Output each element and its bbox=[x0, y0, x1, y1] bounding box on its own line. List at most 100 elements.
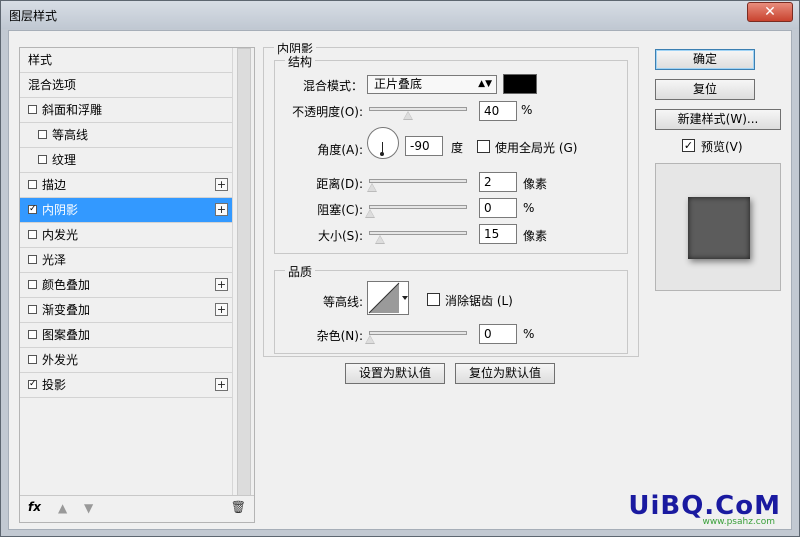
chevron-updown-icon: ▲▼ bbox=[478, 79, 492, 89]
choke-slider-thumb[interactable] bbox=[365, 209, 375, 218]
add-effect-icon[interactable]: + bbox=[215, 303, 228, 316]
noise-slider[interactable] bbox=[369, 331, 467, 335]
style-item-checkbox[interactable] bbox=[28, 330, 37, 339]
style-item[interactable]: 内发光 bbox=[20, 223, 232, 248]
shadow-color-swatch[interactable] bbox=[503, 74, 537, 94]
opacity-slider-thumb[interactable] bbox=[403, 111, 414, 120]
noise-input[interactable]: 0 bbox=[479, 324, 517, 344]
size-slider-thumb[interactable] bbox=[375, 235, 385, 244]
styles-scrollbar[interactable] bbox=[232, 48, 254, 496]
style-item[interactable]: 混合选项 bbox=[20, 73, 232, 98]
style-item-checkbox[interactable] bbox=[28, 280, 37, 289]
contour-picker[interactable] bbox=[367, 281, 409, 315]
angle-input[interactable]: -90 bbox=[405, 136, 443, 156]
size-label: 大小(S): bbox=[317, 229, 363, 243]
preview-checkbox[interactable]: ✓ bbox=[682, 139, 695, 152]
set-default-button[interactable]: 设置为默认值 bbox=[345, 363, 445, 384]
style-item-label: 渐变叠加 bbox=[42, 303, 91, 317]
style-item[interactable]: 外发光 bbox=[20, 348, 232, 373]
preview-swatch bbox=[688, 197, 750, 259]
size-unit: 像素 bbox=[523, 229, 548, 243]
arrow-up-icon[interactable]: ▲ bbox=[58, 501, 67, 515]
style-item[interactable]: 样式 bbox=[20, 48, 232, 73]
structure-title: 结构 bbox=[285, 53, 316, 70]
style-item-label: 混合选项 bbox=[28, 78, 77, 92]
style-item-label: 内阴影 bbox=[42, 203, 79, 217]
angle-dial-dot bbox=[380, 152, 384, 156]
add-effect-icon[interactable]: + bbox=[215, 378, 228, 391]
watermark-url: www.psahz.com bbox=[702, 517, 775, 527]
style-item-checkbox[interactable]: ✓ bbox=[28, 380, 37, 389]
noise-label: 杂色(N): bbox=[316, 329, 363, 343]
scrollbar-thumb[interactable] bbox=[237, 48, 251, 496]
blend-mode-select[interactable]: 正片叠底 ▲▼ bbox=[367, 75, 497, 94]
style-item[interactable]: 描边 + bbox=[20, 173, 232, 198]
style-item[interactable]: 颜色叠加 + bbox=[20, 273, 232, 298]
close-icon: ✕ bbox=[764, 4, 776, 20]
distance-input[interactable]: 2 bbox=[479, 172, 517, 192]
styles-panel: 样式混合选项斜面和浮雕等高线纹理描边 + ✓ 内阴影 + 内发光光泽颜色叠加 + 渐变叠加 + 图… bbox=[19, 47, 255, 523]
style-item-label: 颜色叠加 bbox=[42, 278, 91, 292]
style-item-label: 光泽 bbox=[42, 253, 67, 267]
reset-default-button[interactable]: 复位为默认值 bbox=[455, 363, 555, 384]
antialias-checkbox[interactable] bbox=[427, 293, 440, 306]
style-item[interactable]: 图案叠加 bbox=[20, 323, 232, 348]
style-item-checkbox[interactable] bbox=[38, 155, 47, 164]
new-style-button[interactable]: 新建样式(W)... bbox=[655, 109, 781, 130]
opacity-label: 不透明度(O): bbox=[292, 105, 363, 119]
style-item-label: 等高线 bbox=[52, 128, 89, 142]
angle-unit: 度 bbox=[451, 141, 464, 155]
style-item-label: 描边 bbox=[42, 178, 67, 192]
fx-button[interactable]: fx bbox=[28, 500, 41, 514]
title-bar[interactable]: 图层样式 ✕ bbox=[1, 1, 799, 29]
style-item[interactable]: 渐变叠加 + bbox=[20, 298, 232, 323]
add-effect-icon[interactable]: + bbox=[215, 203, 228, 216]
close-button[interactable]: ✕ bbox=[747, 2, 793, 22]
add-effect-icon[interactable]: + bbox=[215, 178, 228, 191]
style-item[interactable]: ✓ 投影 + bbox=[20, 373, 232, 398]
choke-unit: % bbox=[523, 201, 535, 215]
noise-unit: % bbox=[523, 327, 535, 341]
opacity-unit: % bbox=[521, 103, 533, 117]
global-light-label: 使用全局光 (G) bbox=[495, 141, 578, 155]
style-item-checkbox[interactable] bbox=[28, 255, 37, 264]
trash-icon[interactable]: 🗑 bbox=[231, 500, 246, 514]
distance-slider[interactable] bbox=[369, 179, 467, 183]
style-item-checkbox[interactable] bbox=[28, 230, 37, 239]
opacity-input[interactable]: 40 bbox=[479, 101, 517, 121]
ok-button[interactable]: 确定 bbox=[655, 49, 755, 70]
distance-label: 距离(D): bbox=[316, 177, 363, 191]
arrow-down-icon[interactable]: ▼ bbox=[84, 501, 93, 515]
global-light-checkbox[interactable] bbox=[477, 140, 490, 153]
style-item-checkbox[interactable] bbox=[28, 305, 37, 314]
choke-slider[interactable] bbox=[369, 205, 467, 209]
choke-label: 阻塞(C): bbox=[317, 203, 363, 217]
style-item-checkbox[interactable] bbox=[28, 355, 37, 364]
style-preview bbox=[655, 163, 781, 291]
styles-footer: fx ▲ ▼ 🗑 bbox=[20, 495, 254, 522]
style-item[interactable]: 光泽 bbox=[20, 248, 232, 273]
styles-list: 样式混合选项斜面和浮雕等高线纹理描边 + ✓ 内阴影 + 内发光光泽颜色叠加 + 渐变叠加 + 图… bbox=[20, 48, 232, 398]
style-item-checkbox[interactable] bbox=[28, 180, 37, 189]
style-item[interactable]: ✓ 内阴影 + bbox=[20, 198, 232, 223]
style-item[interactable]: 纹理 bbox=[20, 148, 232, 173]
noise-slider-thumb[interactable] bbox=[365, 335, 375, 344]
distance-slider-thumb[interactable] bbox=[367, 183, 377, 192]
blend-mode-label: 混合模式： bbox=[302, 79, 363, 93]
angle-dial[interactable] bbox=[367, 127, 399, 159]
opacity-slider[interactable] bbox=[369, 107, 467, 111]
add-effect-icon[interactable]: + bbox=[215, 278, 228, 291]
style-item-checkbox[interactable] bbox=[28, 105, 37, 114]
structure-group: 结构 混合模式： 正片叠底 ▲▼ 不透明度(O): 40 % 角度(A): -9… bbox=[274, 53, 628, 254]
style-item-checkbox[interactable]: ✓ bbox=[28, 205, 37, 214]
layer-style-dialog: 图层样式 ✕ 样式混合选项斜面和浮雕等高线纹理描边 + ✓ 内阴影 + 内发光光泽颜色叠加… bbox=[0, 0, 800, 537]
choke-input[interactable]: 0 bbox=[479, 198, 517, 218]
size-input[interactable]: 15 bbox=[479, 224, 517, 244]
style-item[interactable]: 等高线 bbox=[20, 123, 232, 148]
angle-label: 角度(A): bbox=[317, 143, 363, 157]
style-item-checkbox[interactable] bbox=[38, 130, 47, 139]
reset-button[interactable]: 复位 bbox=[655, 79, 755, 100]
style-item[interactable]: 斜面和浮雕 bbox=[20, 98, 232, 123]
preview-label: 预览(V) bbox=[701, 140, 743, 154]
style-item-label: 内发光 bbox=[42, 228, 79, 242]
